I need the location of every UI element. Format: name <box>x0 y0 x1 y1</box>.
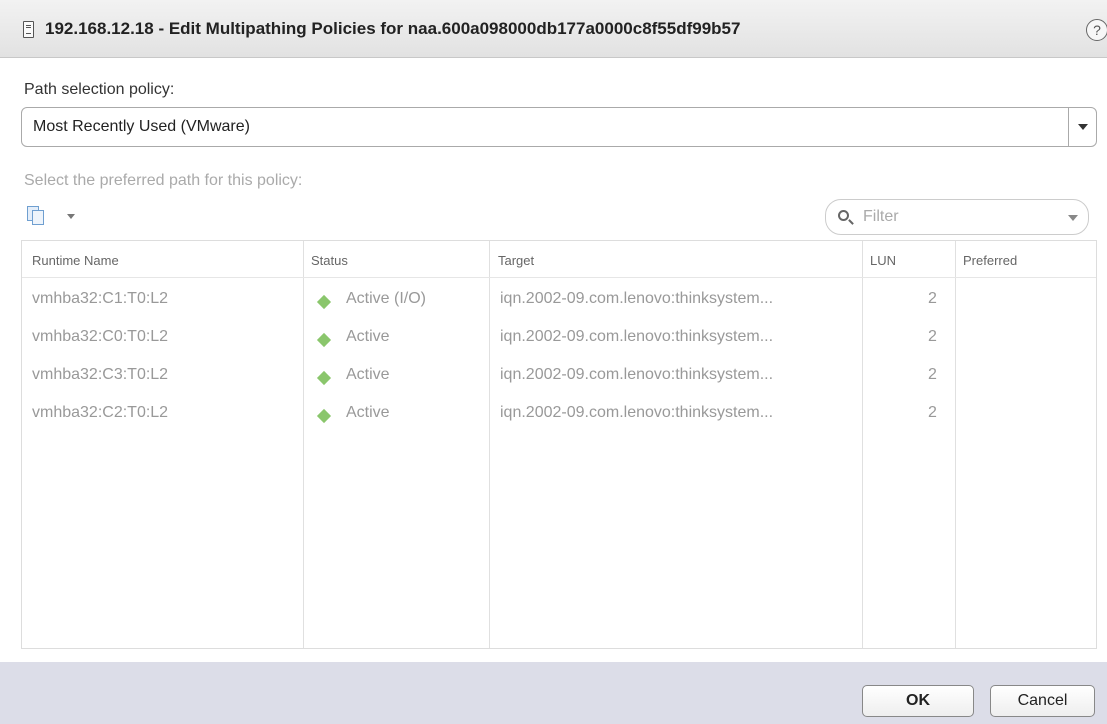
search-icon <box>838 210 849 221</box>
selected-policy: Most Recently Used (VMware) <box>33 118 250 135</box>
status-active-icon <box>316 332 332 348</box>
target-cell: iqn.2002-09.com.lenovo:thinksystem... <box>500 290 774 307</box>
dialog-title: 192.168.12.18 - Edit Multipathing Polici… <box>45 19 741 38</box>
path-selection-policy-dropdown[interactable]: Most Recently Used (VMware) <box>21 107 1097 147</box>
cancel-button[interactable]: Cancel <box>990 685 1095 717</box>
status-cell: Active <box>346 328 390 345</box>
storage-device-icon <box>23 21 34 38</box>
lun-cell: 2 <box>928 328 937 345</box>
column-header-preferred[interactable]: Preferred <box>963 253 1017 268</box>
status-cell: Active <box>346 404 390 421</box>
runtime-name-cell: vmhba32:C3:T0:L2 <box>32 366 169 383</box>
lun-cell: 2 <box>928 404 937 421</box>
column-header-target[interactable]: Target <box>498 253 534 268</box>
filter-chevron-down-icon[interactable] <box>1068 215 1078 221</box>
runtime-name-cell: vmhba32:C1:T0:L2 <box>32 290 169 307</box>
preferred-path-label: Select the preferred path for this polic… <box>24 172 303 189</box>
column-header-runtime-name[interactable]: Runtime Name <box>32 253 119 268</box>
status-cell: Active <box>346 366 390 383</box>
status-active-icon <box>316 408 332 424</box>
filter-input[interactable]: Filter <box>825 199 1089 235</box>
caret-down-icon <box>67 214 75 219</box>
status-active-icon <box>316 294 332 310</box>
ok-button[interactable]: OK <box>862 685 974 717</box>
copy-menu-button[interactable] <box>27 206 77 228</box>
column-header-status[interactable]: Status <box>311 253 348 268</box>
help-icon[interactable]: ? <box>1086 19 1107 41</box>
target-cell: iqn.2002-09.com.lenovo:thinksystem... <box>500 328 774 345</box>
paths-table: Runtime Name Status Target LUN Preferred… <box>21 240 1097 649</box>
runtime-name-cell: vmhba32:C0:T0:L2 <box>32 328 169 345</box>
target-cell: iqn.2002-09.com.lenovo:thinksystem... <box>500 404 774 421</box>
dialog-titlebar: 192.168.12.18 - Edit Multipathing Polici… <box>0 0 1107 58</box>
filter-placeholder: Filter <box>863 208 899 225</box>
chevron-down-icon[interactable] <box>1068 108 1096 146</box>
status-cell: Active (I/O) <box>346 290 427 307</box>
target-cell: iqn.2002-09.com.lenovo:thinksystem... <box>500 366 774 383</box>
lun-cell: 2 <box>928 290 937 307</box>
runtime-name-cell: vmhba32:C2:T0:L2 <box>32 404 169 421</box>
status-active-icon <box>316 370 332 386</box>
lun-cell: 2 <box>928 366 937 383</box>
path-selection-policy-label: Path selection policy: <box>24 81 175 98</box>
column-header-lun[interactable]: LUN <box>870 253 896 268</box>
